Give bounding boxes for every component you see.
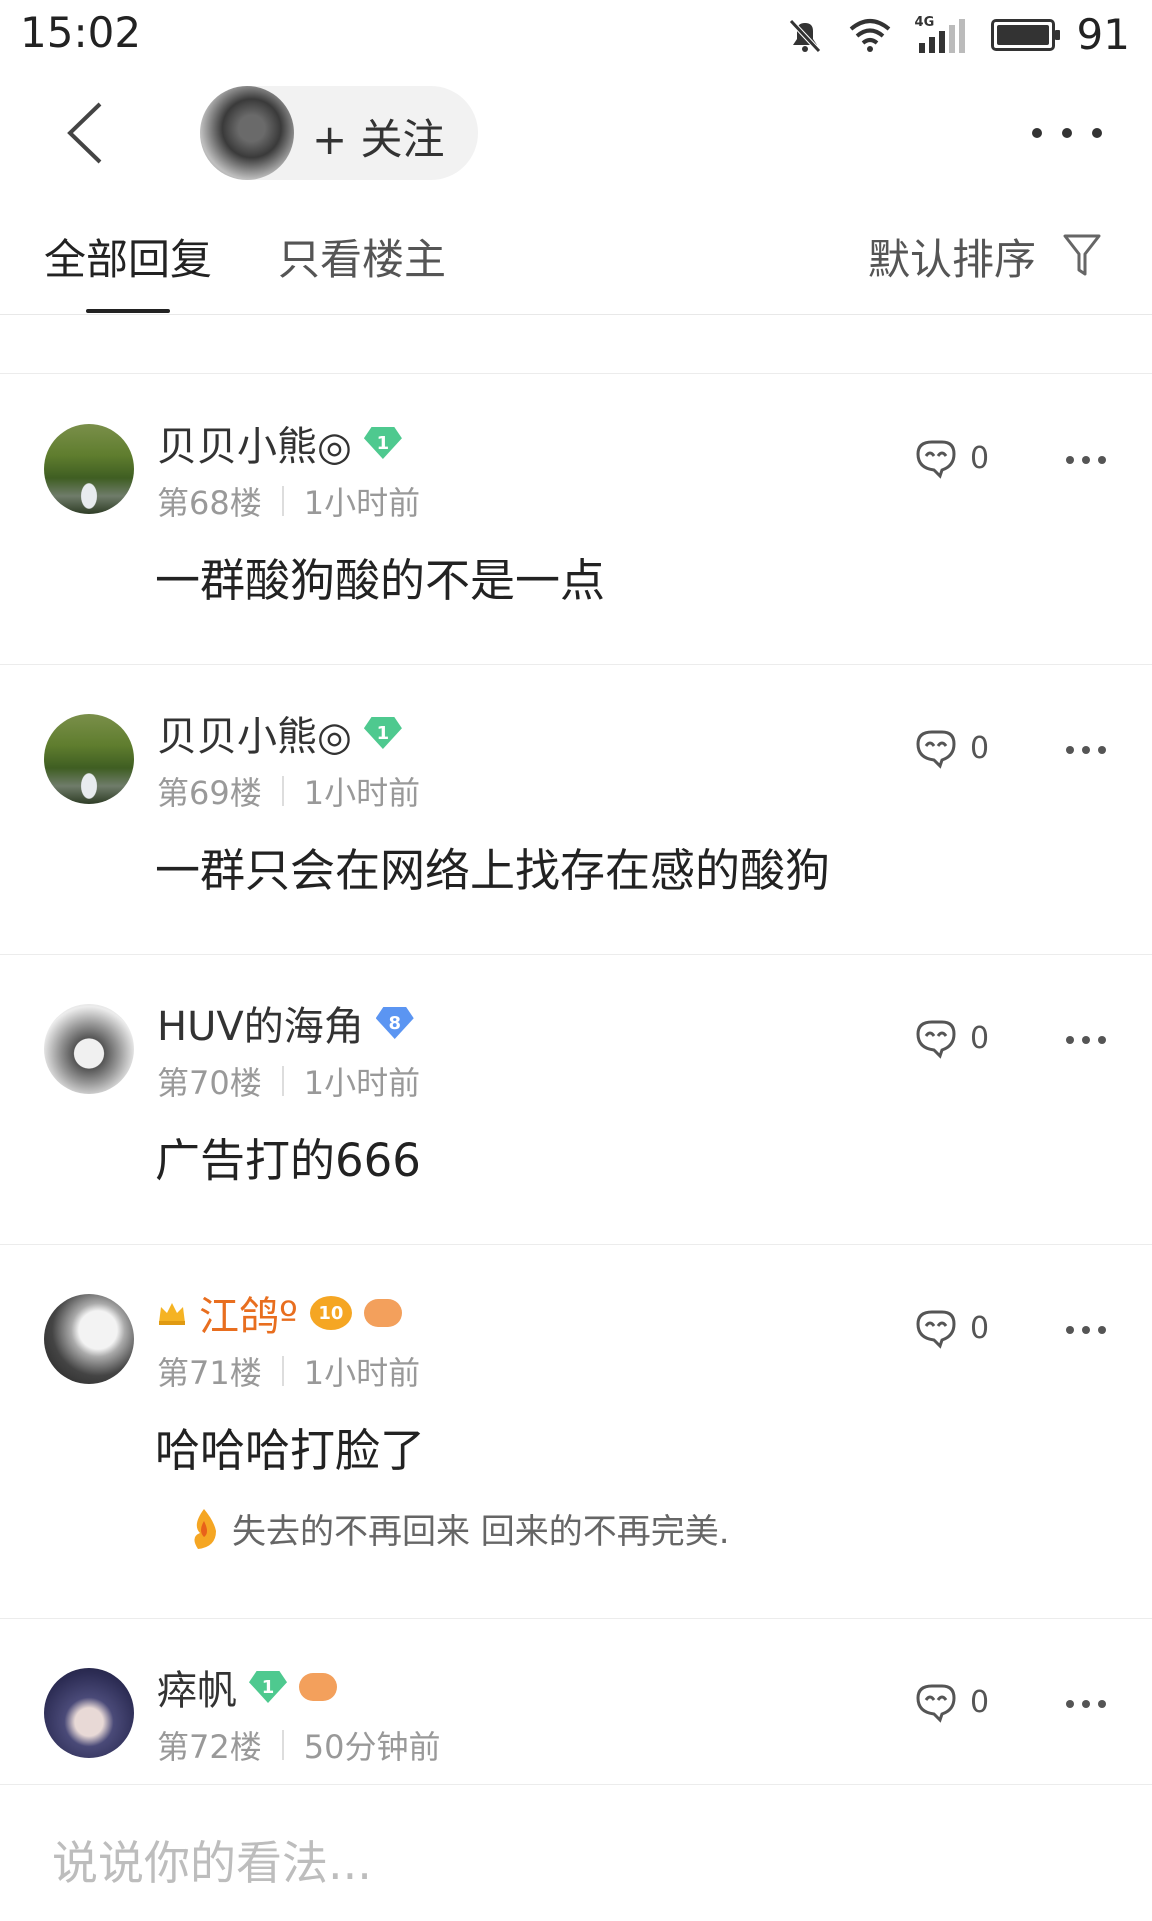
status-icons: 4G 91 [785,10,1130,59]
like-count: 0 [970,1684,990,1720]
floor-number: 第68楼 [157,484,262,522]
floor-number: 第70楼 [157,1064,262,1102]
avatar[interactable] [44,1294,134,1384]
crown-icon [159,1303,185,1325]
more-options-icon[interactable] [1032,108,1102,158]
username[interactable]: 瘁帆 1 [157,1658,337,1716]
reply-time: 1小时前 [303,774,421,812]
section-divider [0,315,1152,374]
reply-meta: 第71楼 1小时前 [157,1348,420,1394]
reply-content: 广告打的666 [155,1134,421,1187]
avatar[interactable] [44,1668,134,1758]
reply-item: 贝贝小熊◎ 1 第68楼 1小时前 一群酸狗酸的不是一点 0 [0,374,1152,665]
reply-meta: 第69楼 1小时前 [157,768,420,814]
reply-time: 1小时前 [303,484,421,522]
level-badge: 8 [375,1007,414,1039]
active-tab-indicator [86,309,170,313]
like-button[interactable]: 0 [912,1680,989,1724]
tab-owner-only[interactable]: 只看楼主 [278,226,446,287]
follow-label[interactable]: + 关注 [312,106,445,167]
battery-icon [990,18,1060,51]
avatar[interactable] [44,714,134,804]
floor-number: 第72楼 [157,1728,262,1766]
like-count: 0 [970,440,990,476]
tab-all-replies[interactable]: 全部回复 [44,226,212,287]
like-icon [916,730,956,769]
reply-more-icon[interactable] [1066,456,1106,468]
gamepad-icon [363,1299,402,1327]
comment-input[interactable]: 说说你的看法... [52,1827,372,1893]
reply-more-icon[interactable] [1066,746,1106,758]
username[interactable]: 贝贝小熊◎ 1 [157,704,402,762]
reply-time: 50分钟前 [303,1728,441,1766]
signature-text: 失去的不再回来 回来的不再完美. [232,1512,730,1552]
wifi-icon [849,18,890,52]
like-count: 0 [970,1310,990,1346]
like-button[interactable]: 0 [912,1306,989,1350]
username-text[interactable]: 贝贝小熊◎ [157,704,352,762]
reply-tabs: 全部回复 只看楼主 默认排序 [0,212,1152,315]
reply-more-icon[interactable] [1066,1700,1106,1712]
reply-more-icon[interactable] [1066,1326,1106,1338]
level-badge: 10 [309,1296,352,1330]
filter-icon[interactable] [1062,232,1102,278]
author-avatar[interactable] [200,86,294,180]
like-icon [916,440,956,479]
reply-item: HUV的海角 8 第70楼 1小时前 广告打的666 0 [0,954,1152,1245]
username[interactable]: 贝贝小熊◎ 1 [157,414,402,472]
like-icon [916,1020,956,1059]
like-button[interactable]: 0 [912,436,989,480]
avatar[interactable] [44,424,134,514]
username-text[interactable]: 贝贝小熊◎ [157,414,352,472]
sort-selector[interactable]: 默认排序 [868,226,1036,287]
reply-meta: 第68楼 1小时前 [157,478,420,524]
like-icon [916,1684,956,1723]
mute-bell-icon [788,18,821,53]
reply-meta: 第72楼 50分钟前 [157,1722,440,1768]
avatar[interactable] [44,1004,134,1094]
reply-time: 1小时前 [303,1354,421,1392]
floor-number: 第69楼 [157,774,262,812]
floor-number: 第71楼 [157,1354,262,1392]
level-badge: 1 [363,427,402,459]
like-icon [916,1310,956,1349]
like-button[interactable]: 0 [912,726,989,770]
level-badge: 1 [249,1671,287,1703]
username[interactable]: 江鸽º 10 [157,1284,402,1342]
battery-level: 91 [1076,10,1130,59]
reply-item: 瘁帆 1 第72楼 50分钟前 0 [0,1618,1152,1784]
reply-item: 贝贝小熊◎ 1 第69楼 1小时前 一群只会在网络上找存在感的酸狗 0 [0,664,1152,955]
status-bar: 15:02 4G 91 [0,0,1152,66]
username-text[interactable]: 江鸽º [199,1284,298,1342]
nav-bar: + 关注 [0,78,1152,188]
username-text[interactable]: HUV的海角 [157,994,364,1052]
reply-content: 一群酸狗酸的不是一点 [155,554,606,607]
signature-flame-icon [194,1508,216,1549]
comment-input-bar[interactable]: 说说你的看法... [0,1784,1152,1921]
reply-time: 1小时前 [303,1064,421,1102]
reply-content: 哈哈哈打脸了 [155,1424,426,1477]
like-count: 0 [970,1020,990,1056]
username[interactable]: HUV的海角 8 [157,994,414,1052]
reply-item: 江鸽º 10 第71楼 1小时前 哈哈哈打脸了 失去的不再回来 回来的不再完美.… [0,1244,1152,1619]
username-text[interactable]: 瘁帆 [157,1658,237,1716]
reply-content: 一群只会在网络上找存在感的酸狗 [155,844,831,897]
reply-meta: 第70楼 1小时前 [157,1058,420,1104]
signal-icon: 4G [915,15,969,55]
user-signature: 失去的不再回来 回来的不再完美. [186,1504,730,1553]
back-icon[interactable] [58,98,118,168]
network-type-label: 4G [914,14,935,30]
status-time: 15:02 [20,8,142,57]
like-count: 0 [970,730,990,766]
level-badge: 1 [363,717,402,749]
reply-more-icon[interactable] [1066,1036,1106,1048]
gamepad-icon [299,1673,337,1701]
like-button[interactable]: 0 [912,1016,989,1060]
